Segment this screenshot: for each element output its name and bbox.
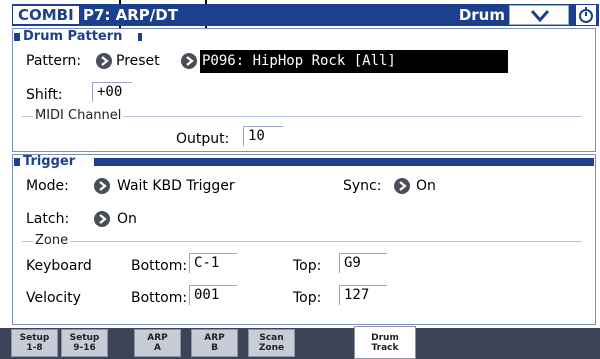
output-label: Output:	[176, 131, 230, 147]
tab-arp-b[interactable]: ARP B	[191, 329, 238, 357]
output-field[interactable]: 10	[243, 126, 283, 146]
velocity-label: Velocity	[26, 290, 81, 306]
tab-label-line1: Setup	[69, 333, 100, 343]
drum-pattern-header: Drum Pattern	[14, 29, 594, 44]
sync-value[interactable]: On	[416, 177, 436, 195]
keyboard-bottom-field[interactable]: C-1	[189, 253, 237, 273]
tab-label-line2: A	[154, 343, 161, 353]
arrow-right-circle-icon[interactable]	[96, 53, 112, 69]
trigger-header: Trigger	[14, 154, 594, 169]
sync-label: Sync:	[343, 178, 382, 194]
keyboard-top-label: Top:	[293, 258, 322, 274]
arrow-right-circle-icon[interactable]	[181, 53, 197, 69]
tab-drum-track[interactable]: Drum Track	[354, 326, 416, 359]
stopwatch-icon[interactable]	[574, 4, 598, 26]
drum-pattern-title: Drum Pattern	[23, 29, 123, 44]
tab-setup-1-8[interactable]: Setup 1-8	[11, 329, 58, 357]
tab-arp-a[interactable]: ARP A	[134, 329, 181, 357]
keyboard-label: Keyboard	[26, 258, 92, 274]
tab-label-line1: Drum	[371, 333, 399, 343]
trigger-title: Trigger	[23, 154, 76, 169]
page-menu-button[interactable]	[509, 5, 569, 25]
pattern-select[interactable]: P096: HipHop Rock [All]	[200, 50, 508, 73]
latch-label: Latch:	[26, 211, 70, 227]
arrow-right-circle-icon[interactable]	[94, 178, 110, 194]
page-title: P7: ARP/DT	[83, 6, 178, 24]
tab-setup-9-16[interactable]: Setup 9-16	[61, 329, 108, 357]
latch-value[interactable]: On	[117, 210, 137, 228]
pattern-bank-value[interactable]: Preset	[116, 52, 160, 70]
tab-label-line1: Setup	[19, 333, 50, 343]
tab-label-line2: Zone	[258, 343, 285, 353]
tab-label-line1: ARP	[204, 333, 225, 343]
velocity-top-label: Top:	[293, 290, 322, 306]
tab-label-line1: ARP	[147, 333, 168, 343]
zone-divider	[22, 241, 582, 242]
velocity-bottom-field[interactable]: 001	[189, 285, 237, 305]
mode-value[interactable]: Wait KBD Trigger	[117, 177, 235, 195]
velocity-bottom-label: Bottom:	[131, 290, 188, 306]
tab-label-line2: 1-8	[26, 343, 43, 353]
chevron-down-icon	[531, 10, 549, 22]
mode-label: Mode:	[26, 178, 69, 194]
zone-label: Zone	[33, 233, 71, 248]
tab-label-line1: Scan	[259, 333, 284, 343]
arrow-right-circle-icon[interactable]	[394, 178, 410, 194]
shift-label: Shift:	[26, 87, 63, 103]
velocity-top-field[interactable]: 127	[339, 285, 387, 305]
tab-label-line2: B	[211, 343, 218, 353]
arrow-right-circle-icon[interactable]	[94, 211, 110, 227]
keyboard-bottom-label: Bottom:	[131, 258, 188, 274]
shift-field[interactable]: +00	[92, 82, 132, 102]
midi-channel-label: MIDI Channel	[33, 108, 124, 123]
tab-label-line2: 9-16	[73, 343, 96, 353]
keyboard-top-field[interactable]: G9	[339, 253, 387, 273]
mode-indicator: COMBI	[13, 6, 79, 24]
tab-scan-zone[interactable]: Scan Zone	[248, 329, 295, 357]
pattern-label: Pattern:	[26, 53, 82, 69]
tab-label-line2: Track	[371, 343, 399, 353]
